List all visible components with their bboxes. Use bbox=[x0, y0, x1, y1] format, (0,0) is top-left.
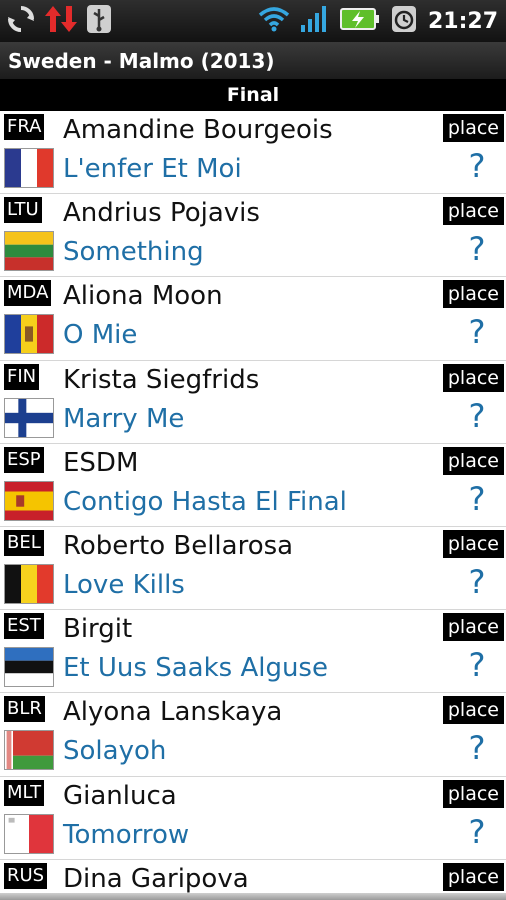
country-code: MDA bbox=[4, 280, 52, 307]
flag-finland-icon bbox=[4, 397, 54, 438]
wifi-icon bbox=[258, 6, 290, 36]
place-label: place bbox=[442, 114, 504, 142]
list-item[interactable]: MDA Aliona Moon O Mie place ? bbox=[0, 277, 506, 361]
flag-estonia-icon bbox=[4, 647, 54, 688]
place-value[interactable]: ? bbox=[460, 480, 494, 518]
flag-belgium-icon bbox=[4, 563, 54, 604]
list-item[interactable]: EST Birgit Et Uus Saaks Alguse place ? bbox=[0, 610, 506, 694]
place-label: place bbox=[442, 363, 504, 392]
flag-belarus-icon bbox=[4, 730, 54, 771]
song-title[interactable]: Solayoh bbox=[63, 736, 166, 766]
alarm-icon bbox=[390, 4, 418, 38]
place-value[interactable]: ? bbox=[460, 646, 494, 684]
country-code: BEL bbox=[4, 529, 44, 556]
sync-icon bbox=[6, 4, 36, 38]
artist-name: Roberto Bellarosa bbox=[63, 530, 294, 561]
place-value[interactable]: ? bbox=[460, 313, 494, 351]
artist-name: Gianluca bbox=[63, 780, 177, 811]
place-label: place bbox=[442, 529, 504, 558]
song-title[interactable]: Et Uus Saaks Alguse bbox=[63, 653, 328, 683]
place-value[interactable]: ? bbox=[460, 563, 494, 601]
country-code: EST bbox=[4, 613, 44, 640]
song-title[interactable]: Marry Me bbox=[63, 404, 184, 434]
battery-charging-icon bbox=[339, 7, 380, 35]
app-title-bar: Sweden - Malmo (2013) bbox=[0, 42, 506, 80]
country-code: BLR bbox=[4, 696, 45, 723]
artist-name: Dina Garipova bbox=[63, 863, 249, 894]
flag-lithuania-icon bbox=[4, 231, 54, 272]
place-value[interactable]: ? bbox=[460, 729, 494, 767]
place-label: place bbox=[442, 446, 504, 475]
country-code: ESP bbox=[4, 446, 44, 473]
country-code: RUS bbox=[4, 862, 48, 889]
place-value[interactable]: ? bbox=[460, 147, 494, 185]
place-value[interactable]: ? bbox=[460, 397, 494, 435]
section-header: Final bbox=[0, 80, 506, 111]
song-title[interactable]: Something bbox=[63, 237, 204, 267]
place-label: place bbox=[442, 779, 504, 808]
place-value[interactable]: ? bbox=[460, 230, 494, 268]
artist-name: ESDM bbox=[63, 447, 139, 478]
flag-malta-icon bbox=[4, 813, 54, 854]
place-label: place bbox=[442, 197, 504, 226]
place-label: place bbox=[442, 862, 504, 891]
song-title[interactable]: Contigo Hasta El Final bbox=[63, 487, 347, 517]
country-code: MLT bbox=[4, 779, 45, 806]
song-title[interactable]: Love Kills bbox=[63, 570, 185, 600]
data-transfer-icon bbox=[44, 4, 78, 38]
artist-name: Krista Siegfrids bbox=[63, 364, 260, 395]
bottom-edge-shadow bbox=[0, 893, 506, 900]
country-code: FRA bbox=[4, 114, 45, 140]
flag-moldova-icon bbox=[4, 314, 54, 355]
place-label: place bbox=[442, 613, 504, 642]
artist-name: Amandine Bourgeois bbox=[63, 115, 333, 145]
country-code: LTU bbox=[4, 197, 42, 224]
entries-list[interactable]: FRA Amandine Bourgeois L'enfer Et Moi pl… bbox=[0, 111, 506, 900]
artist-name: Alyona Lanskaya bbox=[63, 697, 283, 728]
artist-name: Aliona Moon bbox=[63, 281, 223, 312]
flag-spain-icon bbox=[4, 480, 54, 521]
artist-name: Andrius Pojavis bbox=[63, 198, 260, 229]
list-item[interactable]: ESP ESDM Contigo Hasta El Final place ? bbox=[0, 443, 506, 527]
usb-icon bbox=[86, 4, 112, 38]
list-item[interactable]: BLR Alyona Lanskaya Solayoh place ? bbox=[0, 693, 506, 777]
status-bar: 21:27 bbox=[0, 0, 506, 42]
list-item[interactable]: BEL Roberto Bellarosa Love Kills place ? bbox=[0, 526, 506, 611]
place-label: place bbox=[442, 280, 504, 309]
clock-time: 21:27 bbox=[427, 8, 498, 34]
flag-france-icon bbox=[4, 148, 54, 188]
song-title[interactable]: L'enfer Et Moi bbox=[63, 154, 242, 184]
song-title[interactable]: Tomorrow bbox=[63, 820, 189, 850]
list-item[interactable]: LTU Andrius Pojavis Something place ? bbox=[0, 194, 506, 278]
list-item[interactable]: FRA Amandine Bourgeois L'enfer Et Moi pl… bbox=[0, 111, 506, 195]
app-title: Sweden - Malmo (2013) bbox=[8, 48, 275, 73]
list-item[interactable]: MLT Gianluca Tomorrow place ? bbox=[0, 776, 506, 860]
song-title[interactable]: O Mie bbox=[63, 320, 137, 350]
artist-name: Birgit bbox=[63, 614, 133, 645]
list-item[interactable]: FIN Krista Siegfrids Marry Me place ? bbox=[0, 360, 506, 444]
place-label: place bbox=[442, 696, 504, 725]
place-value[interactable]: ? bbox=[460, 813, 494, 851]
signal-icon bbox=[300, 5, 330, 37]
country-code: FIN bbox=[4, 363, 40, 390]
